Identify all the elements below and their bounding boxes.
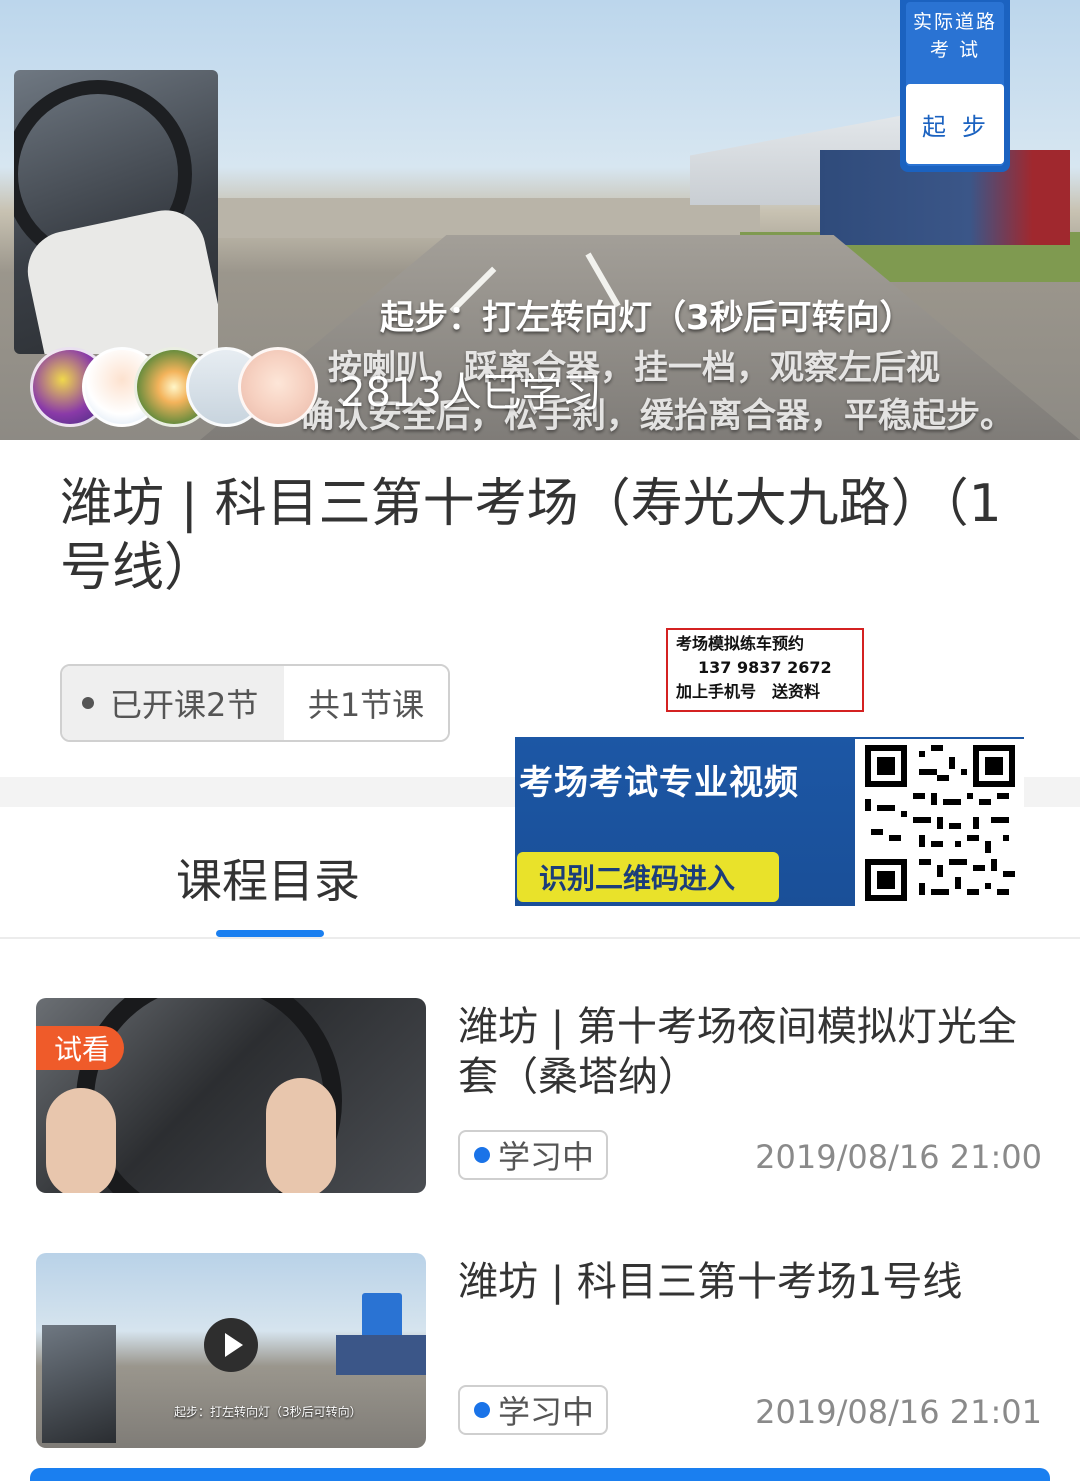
tab-bar-border [0, 937, 1080, 939]
dot-icon [474, 1147, 490, 1163]
exam-sign-title: 实际道路 考 试 [912, 11, 997, 61]
preview-badge: 试看 [36, 1026, 125, 1070]
lesson-status-label: 学习中 [498, 1138, 595, 1176]
driver-cabin-inset [42, 1325, 116, 1443]
scene-truck [336, 1335, 426, 1375]
exam-sign-step: 起步 [906, 84, 1004, 164]
driver-hand [46, 1088, 116, 1193]
promo-line-1: 考场模拟练车预约 [676, 634, 805, 653]
lesson-time: 2019/08/16 21:01 [755, 1393, 1042, 1431]
course-title: 潍坊 | 科目三第十考场（寿光大九路）（1号线） [60, 474, 1002, 598]
promo-banner[interactable]: 考场考试专业视频 识别二维码进入 [515, 737, 1024, 906]
avatar [238, 347, 318, 427]
banner-qr-button[interactable]: 识别二维码进入 [517, 852, 779, 902]
thumbnail-caption: 起步：打左转向灯（3秒后可转向） [174, 1405, 362, 1419]
video-subtitle-1: 起步：打左转向灯（3秒后可转向） [380, 298, 914, 338]
total-lessons: 共1节课 [284, 666, 448, 740]
course-progress-pill: 已开课2节 共1节课 [60, 664, 450, 742]
driver-hand [266, 1078, 336, 1193]
promo-phone: 137 9837 2672 [698, 658, 832, 677]
exam-sign: 实际道路 考 试 起步 [900, 0, 1010, 172]
lesson-thumbnail[interactable]: 试看 [36, 998, 426, 1193]
lesson-status: 学习中 [458, 1385, 608, 1435]
driver-cabin-inset [14, 70, 218, 354]
scene-wall [200, 198, 760, 238]
lesson-item[interactable]: 试看 潍坊 | 第十考场夜间模拟灯光全套（桑塔纳） 学习中 2019/08/16… [0, 998, 1080, 1208]
lesson-time: 2019/08/16 21:00 [755, 1138, 1042, 1176]
learner-count: 2813人已学习 [340, 370, 602, 416]
lesson-thumbnail[interactable]: 起步：打左转向灯（3秒后可转向） [36, 1253, 426, 1448]
opened-lessons-label: 已开课2节 [110, 686, 259, 724]
dot-icon [474, 1402, 490, 1418]
bottom-action-bar[interactable] [30, 1468, 1050, 1481]
opened-lessons: 已开课2节 [62, 666, 284, 740]
course-cover-video[interactable]: 实际道路 考 试 起步 起步：打左转向灯（3秒后可转向） 按喇叭，踩离合器，挂一… [0, 0, 1080, 440]
promo-line-3: 加上手机号 送资料 [676, 682, 821, 701]
play-icon[interactable] [204, 1318, 258, 1372]
lesson-title[interactable]: 潍坊 | 第十考场夜间模拟灯光全套（桑塔纳） [458, 1002, 1048, 1102]
lesson-status: 学习中 [458, 1130, 608, 1180]
qr-code-icon[interactable] [855, 739, 1024, 906]
lesson-title[interactable]: 潍坊 | 科目三第十考场1号线 [458, 1257, 1048, 1307]
tab-active-indicator [216, 930, 324, 937]
dot-icon [82, 697, 94, 709]
lesson-status-label: 学习中 [498, 1393, 595, 1431]
lesson-item[interactable]: 起步：打左转向灯（3秒后可转向） 潍坊 | 科目三第十考场1号线 学习中 201… [0, 1253, 1080, 1463]
banner-headline: 考场考试专业视频 [519, 763, 799, 803]
promo-contact-box: 考场模拟练车预约 137 9837 2672 加上手机号 送资料 [666, 628, 864, 712]
tab-catalog[interactable]: 课程目录 [176, 845, 360, 911]
